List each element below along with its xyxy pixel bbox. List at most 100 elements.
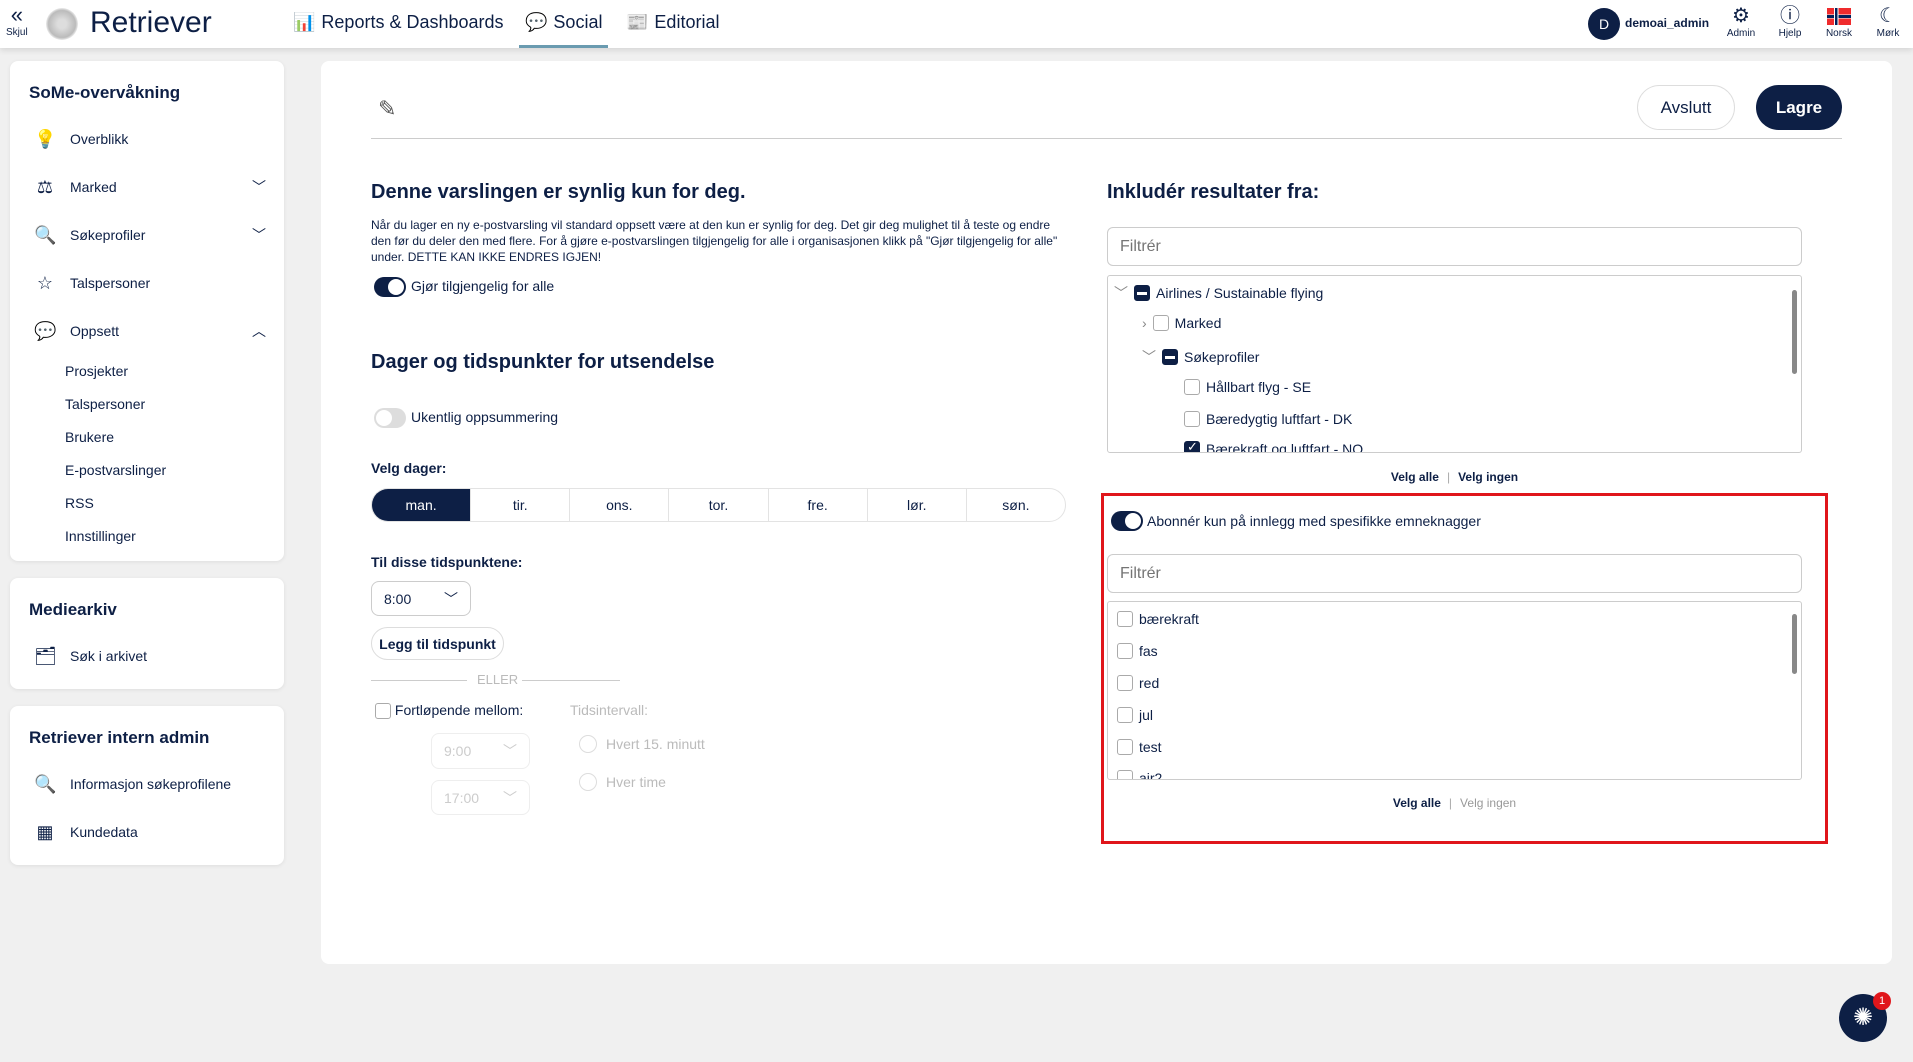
to-select[interactable]: 17:00 ﹀ [431, 780, 530, 815]
day-mon[interactable]: man. [372, 489, 472, 521]
chevron-right-icon: › [1142, 315, 1147, 331]
info-icon: ⓘ [1780, 5, 1800, 27]
sidebar-item-sokeprofiler[interactable]: 🔍 Søkeprofiler ﹀ [10, 211, 284, 259]
checkbox[interactable] [1184, 439, 1200, 452]
select-none-link[interactable]: Velg ingen [1458, 470, 1518, 484]
save-button[interactable]: Lagre [1756, 85, 1842, 130]
time-select[interactable]: 8:00 ﹀ [371, 581, 471, 616]
sidebar-sub-talspersoner[interactable]: Talspersoner [10, 388, 284, 421]
cancel-button[interactable]: Avslutt [1637, 85, 1735, 130]
table-icon: ▦ [36, 821, 54, 842]
sidebar-sub-prosjekter[interactable]: Prosjekter [10, 355, 284, 388]
select-all-link[interactable]: Velg alle [1391, 470, 1439, 484]
chevron-up-icon: ︿ [252, 323, 266, 339]
admin-button[interactable]: ⚙ Admin [1719, 4, 1763, 39]
divider [371, 138, 1842, 139]
checkbox [375, 703, 391, 720]
tag-item[interactable]: test [1117, 739, 1162, 755]
tree-item-sokeprofiler[interactable]: ﹀ Søkeprofiler [1142, 347, 1259, 367]
tree-item-dk[interactable]: Bæredygtig luftfart - DK [1184, 411, 1352, 427]
sidebar-item-informasjon[interactable]: 🔍 Informasjon søkeprofilene [10, 760, 284, 808]
tag-item[interactable]: fas [1117, 643, 1158, 659]
sidebar-sub-innstillinger[interactable]: Innstillinger [10, 520, 284, 553]
newspaper-icon: 📰 [626, 12, 649, 32]
tree-item-se[interactable]: Hållbart flyg - SE [1184, 379, 1311, 395]
sidebar-item-talspersoner[interactable]: ☆ Talspersoner [10, 259, 284, 307]
checkbox[interactable] [1152, 315, 1169, 331]
sidebar-item-oppsett[interactable]: 💬 Oppsett ︿ [10, 307, 284, 355]
radio-15min-label: Hvert 15. minutt [606, 736, 705, 752]
day-sun[interactable]: søn. [967, 489, 1065, 521]
search-icon: 🔍 [34, 224, 57, 245]
checkbox[interactable] [1184, 411, 1200, 427]
pencil-icon[interactable]: ✎ [378, 96, 396, 122]
checkbox[interactable] [1162, 349, 1178, 365]
divider [522, 680, 620, 681]
tree-item-airlines[interactable]: ﹀ Airlines / Sustainable flying [1114, 283, 1323, 303]
scrollbar[interactable] [1792, 290, 1797, 374]
nav-social[interactable]: 💬 Social [518, 12, 609, 48]
tree-item-marked[interactable]: › Marked [1142, 315, 1221, 331]
logo-globe-icon [46, 8, 78, 40]
checkbox[interactable] [1117, 739, 1133, 755]
tag-item[interactable]: jul [1117, 707, 1153, 723]
radio-15min[interactable] [579, 735, 597, 753]
sidebar-item-sok-arkivet[interactable]: 🗂 Søk i arkivet [10, 632, 284, 680]
or-label: ELLER [477, 672, 519, 687]
tags-toggle[interactable] [1111, 511, 1143, 531]
scale-icon: ⚖ [36, 176, 54, 197]
tree-item-no[interactable]: Bærekraft og luftfart - NO [1184, 439, 1363, 452]
checkbox[interactable] [1184, 379, 1200, 395]
avatar[interactable]: D [1588, 8, 1620, 40]
radio-hourly[interactable] [579, 773, 597, 791]
checkbox[interactable] [1117, 770, 1133, 779]
sidebar-item-marked[interactable]: ⚖ Marked ﹀ [10, 163, 284, 211]
checkbox[interactable] [1117, 675, 1133, 691]
sidebar-sub-epostvarslinger[interactable]: E-postvarslinger [10, 454, 284, 487]
checkbox[interactable] [1117, 707, 1133, 723]
sidebar-admin: Retriever intern admin 🔍 Informasjon søke… [10, 706, 284, 865]
tags-filter-input[interactable] [1107, 554, 1802, 593]
moon-icon: ☾ [1879, 5, 1897, 27]
username[interactable]: demoai_admin [1625, 16, 1709, 30]
search-icon: 🔍 [34, 773, 57, 794]
chat-icon: 💬 [34, 320, 57, 341]
continuous-checkbox[interactable]: Fortløpende mellom: [375, 702, 523, 720]
day-wed[interactable]: ons. [570, 489, 670, 521]
from-select[interactable]: 9:00 ﹀ [431, 733, 530, 769]
weekly-toggle[interactable] [374, 408, 406, 428]
section-title: Mediearkiv [29, 600, 117, 619]
notification-badge: 1 [1873, 992, 1891, 1010]
checkbox[interactable] [1134, 285, 1150, 301]
day-sat[interactable]: lør. [868, 489, 967, 521]
select-all-link[interactable]: Velg alle [1393, 796, 1441, 810]
hide-sidebar-button[interactable]: «Skjul [6, 3, 28, 39]
checkbox[interactable] [1117, 643, 1133, 659]
scrollbar[interactable] [1792, 614, 1797, 674]
sidebar-sub-rss[interactable]: RSS [10, 487, 284, 520]
dark-mode-button[interactable]: ☾ Mørk [1866, 4, 1910, 39]
tag-item[interactable]: bærekraft [1117, 611, 1199, 627]
visibility-text: Når du lager en ny e-postvarsling vil st… [371, 218, 1058, 264]
tag-item[interactable]: red [1117, 675, 1159, 691]
divider [371, 680, 467, 681]
help-button[interactable]: ⓘ Hjelp [1768, 4, 1812, 39]
language-button[interactable]: Norsk [1817, 4, 1861, 39]
select-none-link[interactable]: Velg ingen [1460, 796, 1516, 810]
nav-editorial[interactable]: 📰 Editorial [626, 12, 719, 33]
nav-reports[interactable]: 📊 Reports & Dashboards [293, 12, 504, 33]
sidebar-some: SoMe-overvåkning 💡 Overblikk ⚖ Marked ﹀ 🔍 Sø… [10, 61, 284, 561]
tag-item[interactable]: air2 [1117, 770, 1162, 779]
day-thu[interactable]: tor. [669, 489, 769, 521]
public-toggle[interactable] [374, 277, 406, 297]
day-fri[interactable]: fre. [769, 489, 868, 521]
chat-icon: 💬 [525, 12, 548, 32]
include-filter-input[interactable] [1107, 227, 1802, 266]
checkbox[interactable] [1117, 611, 1133, 627]
sidebar-item-overblikk[interactable]: 💡 Overblikk [10, 115, 284, 163]
add-time-button[interactable]: Legg til tidspunkt [371, 627, 504, 660]
day-tue[interactable]: tir. [471, 489, 571, 521]
chat-bubble-icon: ✺ [1852, 1004, 1874, 1031]
sidebar-sub-brukere[interactable]: Brukere [10, 421, 284, 454]
sidebar-item-kundedata[interactable]: ▦ Kundedata [10, 808, 284, 856]
